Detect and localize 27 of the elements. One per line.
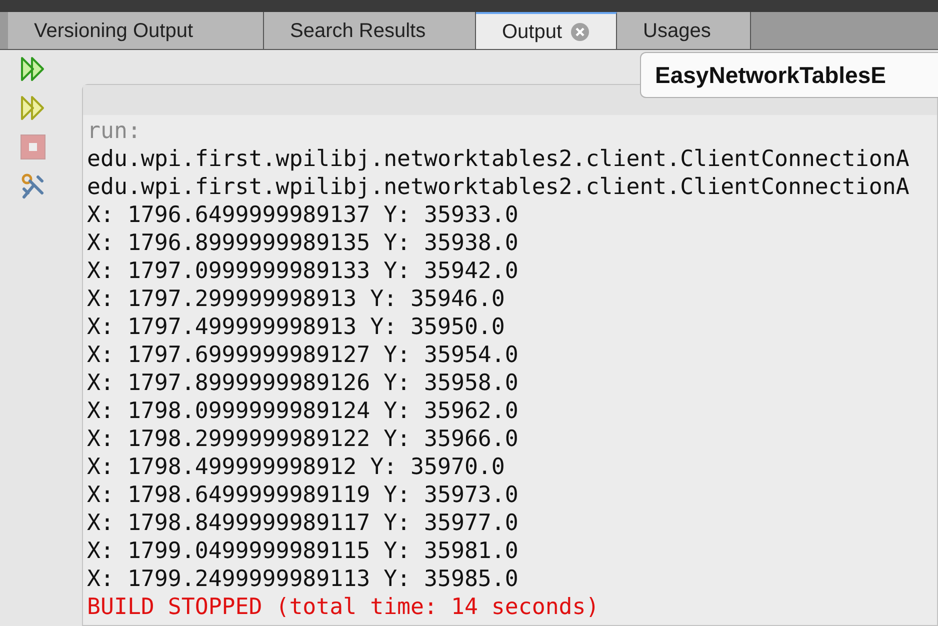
output-line: X: 1798.499999998912 Y: 35970.0: [87, 453, 505, 481]
output-line: edu.wpi.first.wpilibj.networktables2.client.ClientConnectionA: [87, 173, 910, 201]
double-play-icon[interactable]: [20, 56, 46, 82]
output-line: X: 1797.8999999989126 Y: 35958.0: [87, 369, 518, 397]
output-line: X: 1798.2999999989122 Y: 35966.0: [87, 425, 518, 453]
output-line: X: 1798.6499999989119 Y: 35973.0: [87, 481, 518, 509]
output-line: X: 1797.499999998913 Y: 35950.0: [87, 313, 505, 341]
project-run-tab[interactable]: EasyNetworkTablesE: [640, 52, 938, 98]
tab[interactable]: Usages: [617, 12, 752, 49]
close-icon[interactable]: [570, 22, 590, 42]
output-line: run:: [87, 117, 141, 145]
tab[interactable]: Search Results: [264, 12, 476, 49]
output-line: X: 1799.0499999989115 Y: 35981.0: [87, 537, 518, 565]
tab[interactable]: Output: [476, 12, 618, 49]
output-line: X: 1797.0999999989133 Y: 35942.0: [87, 257, 518, 285]
wrench-gear-icon[interactable]: [20, 173, 46, 199]
output-line: BUILD STOPPED (total time: 14 seconds): [87, 593, 600, 621]
tab[interactable]: Versioning Output: [8, 12, 264, 49]
output-line: X: 1798.0999999989124 Y: 35962.0: [87, 397, 518, 425]
double-play-icon[interactable]: [20, 95, 46, 121]
output-line: X: 1797.6999999989127 Y: 35954.0: [87, 341, 518, 369]
output-line: X: 1798.8499999989117 Y: 35977.0: [87, 509, 518, 537]
output-line: X: 1796.6499999989137 Y: 35933.0: [87, 201, 518, 229]
output-line: X: 1796.8999999989135 Y: 35938.0: [87, 229, 518, 257]
output-line: X: 1799.2499999989113 Y: 35985.0: [87, 565, 518, 593]
output-line: edu.wpi.first.wpilibj.networktables2.client.ClientConnectionA: [87, 145, 910, 173]
output-line: X: 1797.299999998913 Y: 35946.0: [87, 285, 505, 313]
